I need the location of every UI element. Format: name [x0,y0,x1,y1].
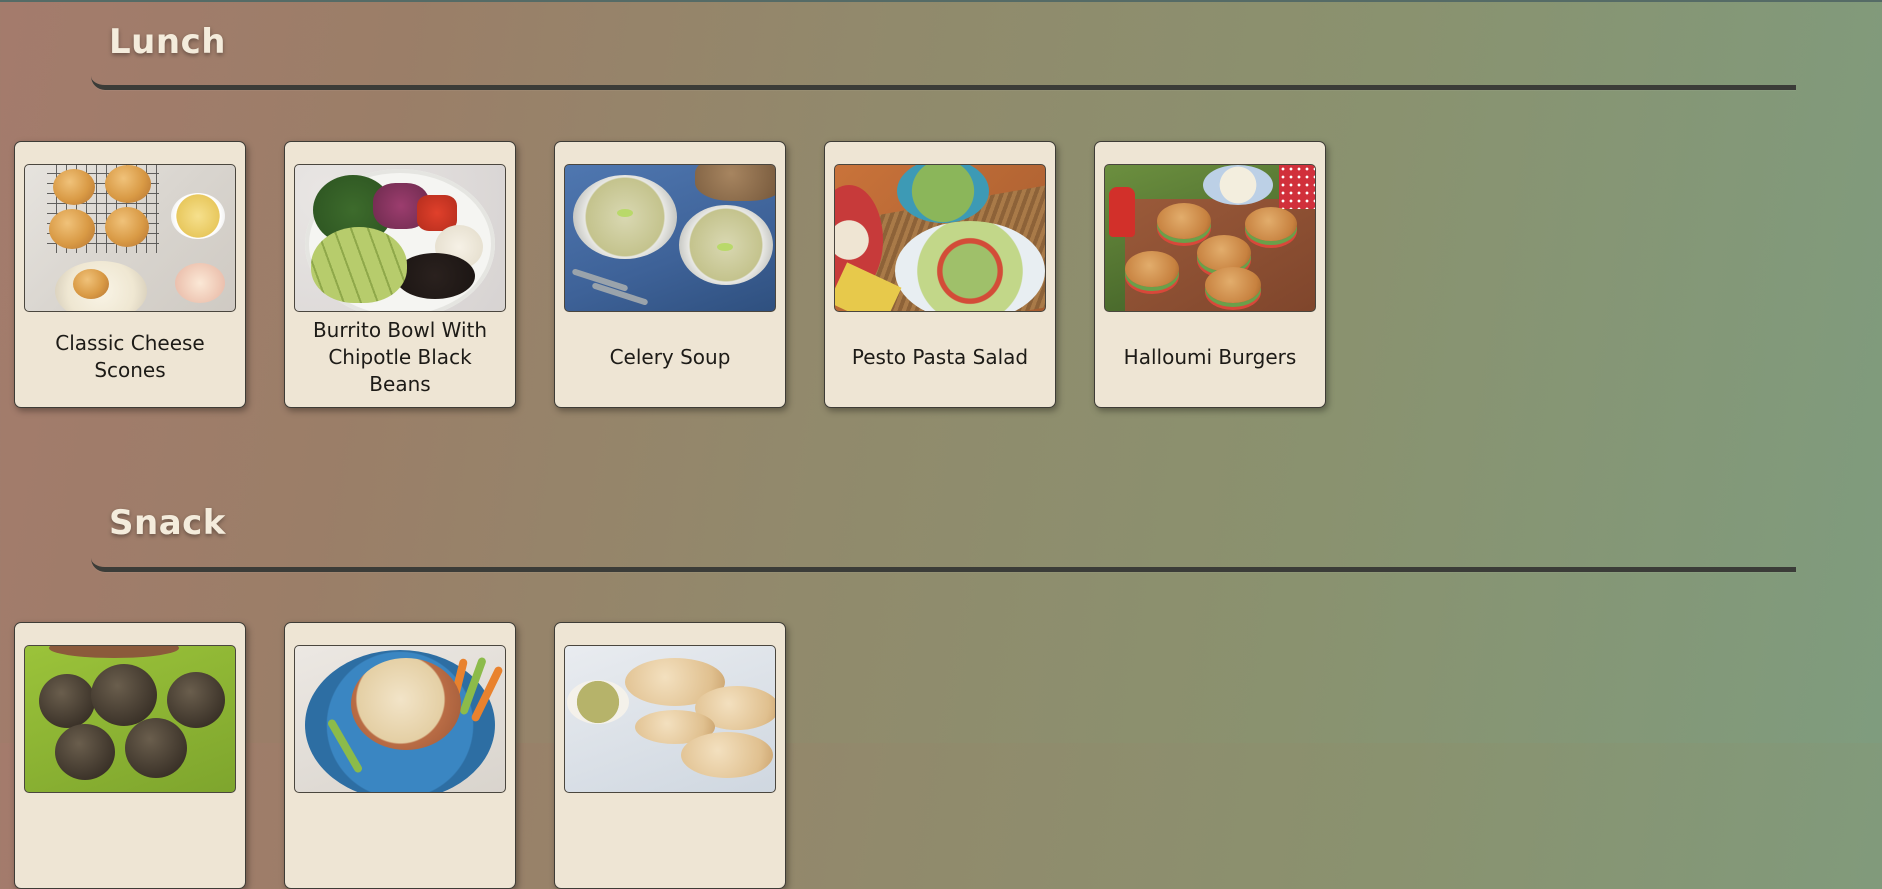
scones-photo [24,164,236,312]
section-divider [91,75,1796,90]
celery-soup-photo [564,164,776,312]
halloumi-burgers-photo [1104,164,1316,312]
recipe-card[interactable] [554,622,786,889]
recipe-title [25,793,235,883]
falafel-photo [24,645,236,793]
recipe-card[interactable]: Celery Soup [554,141,786,408]
hummus-photo [294,645,506,793]
burrito-bowl-photo [294,164,506,312]
top-border [0,0,1882,2]
recipe-card[interactable] [284,622,516,889]
recipe-title [295,793,505,883]
recipe-title: Pesto Pasta Salad [851,344,1029,369]
recipe-card[interactable] [14,622,246,889]
recipe-title: Burrito Bowl With Chipotle Black Beans [312,317,488,396]
recipe-title: Celery Soup [609,344,731,369]
section-title: Lunch [109,22,226,62]
recipe-title: Classic Cheese Scones [55,331,205,382]
recipe-card[interactable]: Burrito Bowl With Chipotle Black Beans [284,141,516,408]
section-title: Snack [109,503,226,543]
recipe-card[interactable]: Classic Cheese Scones [14,141,246,408]
pasta-salad-photo [834,164,1046,312]
section-divider [91,557,1796,572]
recipe-card[interactable]: Halloumi Burgers [1094,141,1326,408]
recipe-title [565,793,775,883]
pitta-photo [564,645,776,793]
recipe-card[interactable]: Pesto Pasta Salad [824,141,1056,408]
recipe-title: Halloumi Burgers [1123,344,1297,369]
